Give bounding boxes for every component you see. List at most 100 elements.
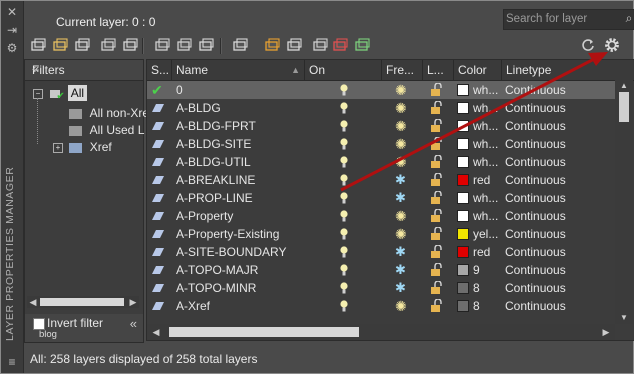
palette-title-bar[interactable]: ✕ ⇥ ⚙ LAYER PROPERTIES MANAGER ≡ <box>1 1 24 373</box>
freeze-icon[interactable] <box>354 37 372 55</box>
freeze-cell[interactable]: ✱ <box>395 189 413 207</box>
scroll-left-icon[interactable]: ◀ <box>27 296 39 308</box>
on-cell[interactable] <box>339 297 355 315</box>
linetype-cell[interactable]: Continuous <box>505 261 613 279</box>
unlocked-padlock-icon[interactable] <box>429 154 443 169</box>
status-cell[interactable] <box>151 207 171 225</box>
status-cell[interactable] <box>151 225 171 243</box>
unlocked-padlock-icon[interactable] <box>429 118 443 133</box>
color-cell[interactable]: 9 <box>457 261 503 279</box>
table-row[interactable]: A-TOPO-MINR ✱ 8 Continuous <box>147 279 615 297</box>
tree-item-all[interactable]: − ✔ All <box>33 85 88 101</box>
on-cell[interactable] <box>339 135 355 153</box>
linetype-cell[interactable]: Continuous <box>505 279 613 297</box>
set-current-icon[interactable] <box>232 37 250 55</box>
color-cell[interactable]: wh... <box>457 135 503 153</box>
status-cell[interactable] <box>151 279 171 297</box>
unlocked-padlock-icon[interactable] <box>429 226 443 241</box>
on-cell[interactable] <box>339 99 355 117</box>
unlocked-padlock-icon[interactable] <box>429 262 443 277</box>
table-row[interactable]: A-Xref ✺ 8 Continuous <box>147 297 615 315</box>
layer-name[interactable]: A-Property-Existing <box>176 225 304 243</box>
sun-icon[interactable]: ✺ <box>395 154 407 170</box>
lock-cell[interactable] <box>429 207 447 225</box>
color-cell[interactable]: wh... <box>457 207 503 225</box>
unlocked-padlock-icon[interactable] <box>429 136 443 151</box>
unlocked-padlock-icon[interactable] <box>429 280 443 295</box>
freeze-cell[interactable]: ✺ <box>395 135 413 153</box>
linetype-cell[interactable]: Continuous <box>505 171 613 189</box>
new-property-filter-icon[interactable] <box>30 37 48 55</box>
layer-name[interactable]: A-BLDG-UTIL <box>176 153 304 171</box>
lock-cell[interactable] <box>429 99 447 117</box>
scroll-down-icon[interactable]: ▼ <box>618 313 630 323</box>
linetype-cell[interactable]: Continuous <box>505 225 613 243</box>
layer-status-icon[interactable] <box>151 157 165 167</box>
layer-status-icon[interactable] <box>151 103 165 113</box>
on-bulb-icon[interactable] <box>339 83 349 97</box>
sun-icon[interactable]: ✺ <box>395 298 407 314</box>
layer-status-icon[interactable] <box>151 247 165 257</box>
color-cell[interactable]: wh... <box>457 117 503 135</box>
merge-icon[interactable] <box>312 37 330 55</box>
layer-states-manager-icon[interactable] <box>74 37 92 55</box>
status-cell[interactable] <box>151 189 171 207</box>
table-row[interactable]: A-BLDG-FPRT ✺ wh... Continuous <box>147 117 615 135</box>
table-row[interactable]: A-BLDG ✺ wh... Continuous <box>147 99 615 117</box>
table-row[interactable]: ✔ 0 ✺ wh... Continuous <box>147 81 615 99</box>
scroll-right-icon[interactable]: ▶ <box>600 326 612 338</box>
table-row[interactable]: A-SITE-BOUNDARY ✱ red Continuous <box>147 243 615 261</box>
unlocked-padlock-icon[interactable] <box>429 298 443 313</box>
layer-status-icon[interactable] <box>151 121 165 131</box>
on-bulb-icon[interactable] <box>339 299 349 313</box>
lock-cell[interactable] <box>429 81 447 99</box>
scrollbar-thumb[interactable] <box>169 327 359 337</box>
on-bulb-icon[interactable] <box>339 245 349 259</box>
layer-name[interactable]: A-TOPO-MINR <box>176 279 304 297</box>
snowflake-icon[interactable]: ✱ <box>395 244 406 259</box>
freeze-cell[interactable]: ✺ <box>395 297 413 315</box>
new-group-filter-icon[interactable] <box>52 37 70 55</box>
status-cell[interactable]: ✔ <box>151 81 171 99</box>
color-cell[interactable]: wh... <box>457 81 503 99</box>
scroll-up-icon[interactable]: ▲ <box>618 81 630 91</box>
table-row[interactable]: A-Property ✺ wh... Continuous <box>147 207 615 225</box>
color-cell[interactable]: red <box>457 243 503 261</box>
on-bulb-icon[interactable] <box>339 137 349 151</box>
table-row[interactable]: A-BLDG-UTIL ✺ wh... Continuous <box>147 153 615 171</box>
color-cell[interactable]: wh... <box>457 189 503 207</box>
linetype-cell[interactable]: Continuous <box>505 99 613 117</box>
sun-icon[interactable]: ✺ <box>395 82 407 98</box>
refresh-icon[interactable] <box>580 37 596 53</box>
sun-icon[interactable]: ✺ <box>395 226 407 242</box>
lock-cell[interactable] <box>429 261 447 279</box>
table-row[interactable]: A-Property-Existing ✺ yel... Continuous <box>147 225 615 243</box>
unlocked-padlock-icon[interactable] <box>429 100 443 115</box>
collapse-chevron-icon[interactable]: « <box>32 61 137 76</box>
sun-icon[interactable]: ✺ <box>395 100 407 116</box>
on-bulb-icon[interactable] <box>339 281 349 295</box>
column-header-linetype[interactable]: Linetype <box>502 60 616 80</box>
table-row[interactable]: A-PROP-LINE ✱ wh... Continuous <box>147 189 615 207</box>
freeze-cell[interactable]: ✱ <box>395 261 413 279</box>
column-header-name[interactable]: Name ▲ <box>172 60 305 80</box>
lock-cell[interactable] <box>429 297 447 315</box>
table-row[interactable]: A-BLDG-SITE ✺ wh... Continuous <box>147 135 615 153</box>
snowflake-icon[interactable]: ✱ <box>395 190 406 205</box>
tree-item-all-used-layers[interactable]: All Used L <box>69 123 144 137</box>
on-bulb-icon[interactable] <box>339 209 349 223</box>
expand-toggle-icon[interactable]: + <box>53 142 63 153</box>
scrollbar-thumb[interactable] <box>619 92 629 122</box>
lock-cell[interactable] <box>429 225 447 243</box>
scroll-left-icon[interactable]: ◀ <box>150 326 162 338</box>
freeze-cell[interactable]: ✱ <box>395 279 413 297</box>
layer-status-icon[interactable] <box>151 139 165 149</box>
layer-name[interactable]: A-PROP-LINE <box>176 189 304 207</box>
status-cell[interactable] <box>151 297 171 315</box>
properties-icon[interactable]: ⚙ <box>5 41 19 55</box>
collapse-chevron-icon[interactable]: « <box>130 316 137 331</box>
layer-status-icon[interactable] <box>151 211 165 221</box>
layer-status-icon[interactable] <box>151 175 165 185</box>
unlocked-padlock-icon[interactable] <box>429 82 443 97</box>
layer-name[interactable]: A-SITE-BOUNDARY <box>176 243 304 261</box>
